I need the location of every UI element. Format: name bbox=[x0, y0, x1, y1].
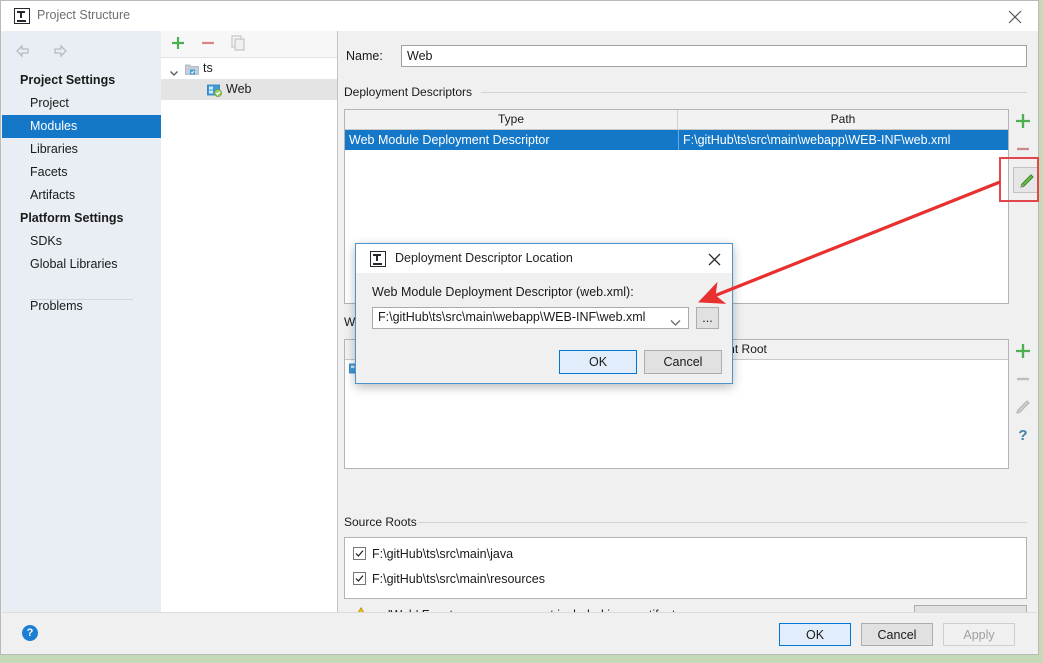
module-tree: ts Web bbox=[161, 58, 337, 613]
tree-node-label: ts bbox=[203, 61, 213, 75]
source-roots-group-label: Source Roots bbox=[344, 515, 423, 529]
sidebar-item-libraries[interactable]: Libraries bbox=[2, 138, 161, 161]
close-icon[interactable] bbox=[1000, 5, 1030, 27]
cell-type: Web Module Deployment Descriptor bbox=[349, 133, 550, 147]
sidebar-group-header: Project Settings bbox=[20, 73, 116, 87]
minus-icon[interactable] bbox=[199, 34, 221, 54]
browse-button[interactable]: ... bbox=[696, 307, 719, 329]
sidebar-group-project-settings: Project Settings Project Modules Librari… bbox=[2, 69, 161, 207]
plus-icon[interactable] bbox=[1013, 341, 1039, 367]
close-icon[interactable] bbox=[704, 249, 726, 269]
checkbox-checked-icon[interactable] bbox=[353, 572, 366, 585]
sidebar-item-global-libraries[interactable]: Global Libraries bbox=[2, 253, 161, 276]
question-mark-icon[interactable]: ? bbox=[22, 625, 38, 641]
modal-cancel-button[interactable]: Cancel bbox=[644, 350, 722, 374]
cancel-button[interactable]: Cancel bbox=[861, 623, 933, 646]
module-tree-panel: ts Web bbox=[161, 31, 338, 613]
tree-node-ts[interactable]: ts bbox=[161, 58, 337, 79]
name-input[interactable] bbox=[401, 45, 1027, 67]
pencil-icon[interactable] bbox=[1013, 397, 1039, 423]
tree-node-label: Web bbox=[226, 82, 252, 96]
minus-icon[interactable] bbox=[1013, 369, 1039, 395]
sidebar-item-modules[interactable]: Modules bbox=[2, 115, 161, 138]
settings-sidebar: Project Settings Project Modules Librari… bbox=[2, 31, 162, 613]
plus-icon[interactable] bbox=[169, 34, 191, 54]
screenshot-root: Project Structure Project Settings Proje… bbox=[0, 0, 1043, 663]
modal-titlebar: Deployment Descriptor Location bbox=[356, 244, 732, 273]
descriptor-field-label: Web Module Deployment Descriptor (web.xm… bbox=[372, 285, 634, 299]
column-header-type[interactable]: Type bbox=[345, 110, 678, 129]
checkbox-checked-icon[interactable] bbox=[353, 547, 366, 560]
tree-node-web[interactable]: Web bbox=[161, 79, 337, 100]
modal-title-text: Deployment Descriptor Location bbox=[395, 251, 573, 265]
arrow-right-icon[interactable] bbox=[49, 41, 75, 61]
table-row[interactable]: Web Module Deployment Descriptor F:\gitH… bbox=[345, 130, 1008, 150]
web-resource-directories-toolbar: ? bbox=[1009, 339, 1043, 469]
web-facet-icon bbox=[207, 83, 222, 97]
svg-text:?: ? bbox=[1018, 427, 1027, 444]
descriptor-path-combobox[interactable]: F:\gitHub\ts\src\main\webapp\WEB-INF\web… bbox=[372, 307, 689, 329]
edit-descriptor-button[interactable] bbox=[1013, 167, 1039, 193]
intellij-logo-icon bbox=[370, 251, 386, 267]
copy-icon[interactable] bbox=[229, 34, 251, 54]
source-roots-list: F:\gitHub\ts\src\main\java F:\gitHub\ts\… bbox=[344, 537, 1027, 599]
window-titlebar: Project Structure bbox=[1, 1, 1038, 32]
sidebar-item-artifacts[interactable]: Artifacts bbox=[2, 184, 161, 207]
arrow-left-icon[interactable] bbox=[12, 41, 38, 61]
sidebar-item-facets[interactable]: Facets bbox=[2, 161, 161, 184]
pencil-icon bbox=[1020, 174, 1034, 188]
deployment-descriptors-toolbar bbox=[1009, 109, 1043, 304]
name-label: Name: bbox=[346, 49, 383, 63]
sidebar-group-problems: Problems bbox=[2, 295, 161, 318]
window-title: Project Structure bbox=[37, 8, 131, 22]
module-folder-icon bbox=[185, 62, 199, 75]
module-name-row: Name: bbox=[346, 45, 1027, 69]
chevron-down-icon[interactable] bbox=[670, 316, 681, 330]
plus-icon[interactable] bbox=[1013, 111, 1039, 137]
source-root-label: F:\gitHub\ts\src\main\java bbox=[372, 547, 514, 561]
group-divider bbox=[418, 522, 1027, 523]
source-root-item-resources[interactable]: F:\gitHub\ts\src\main\resources bbox=[353, 569, 545, 589]
source-root-item-java[interactable]: F:\gitHub\ts\src\main\java bbox=[353, 544, 513, 564]
question-mark-icon[interactable]: ? bbox=[1013, 425, 1039, 451]
nav-history-controls bbox=[12, 41, 68, 61]
sidebar-item-project[interactable]: Project bbox=[2, 92, 161, 115]
apply-button: Apply bbox=[943, 623, 1015, 646]
modal-ok-button[interactable]: OK bbox=[559, 350, 637, 374]
group-divider bbox=[481, 92, 1027, 93]
source-root-label: F:\gitHub\ts\src\main\resources bbox=[372, 572, 545, 586]
ok-button[interactable]: OK bbox=[779, 623, 851, 646]
deployment-descriptor-location-dialog: Deployment Descriptor Location Web Modul… bbox=[355, 243, 733, 384]
sidebar-group-header: Platform Settings bbox=[20, 211, 124, 225]
deployment-descriptors-group-label: Deployment Descriptors bbox=[344, 85, 479, 99]
cell-path: F:\gitHub\ts\src\main\webapp\WEB-INF\web… bbox=[678, 130, 1008, 150]
table-header: Type Path bbox=[345, 110, 1008, 130]
intellij-logo-icon bbox=[14, 8, 30, 24]
descriptor-path-value: F:\gitHub\ts\src\main\webapp\WEB-INF\web… bbox=[378, 310, 646, 324]
column-header-path[interactable]: Path bbox=[678, 110, 1008, 129]
minus-icon[interactable] bbox=[1013, 139, 1039, 165]
dialog-button-bar: ? OK Cancel Apply bbox=[2, 612, 1037, 653]
sidebar-item-problems[interactable]: Problems bbox=[2, 295, 161, 318]
sidebar-group-platform-settings: Platform Settings SDKs Global Libraries bbox=[2, 207, 161, 276]
sidebar-item-sdks[interactable]: SDKs bbox=[2, 230, 161, 253]
module-tree-toolbar bbox=[161, 31, 337, 58]
